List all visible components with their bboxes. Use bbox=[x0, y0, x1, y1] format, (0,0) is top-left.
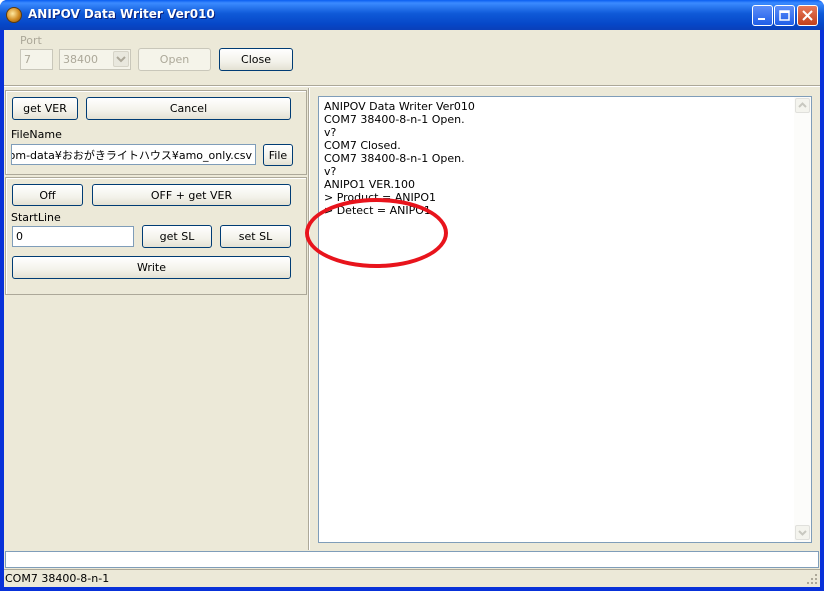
log-line: COM7 Closed. bbox=[324, 139, 401, 152]
minimize-button[interactable] bbox=[752, 5, 773, 26]
scroll-down-button[interactable] bbox=[795, 525, 810, 540]
minimize-icon bbox=[758, 18, 765, 20]
log-line: COM7 38400-8-n-1 Open. bbox=[324, 152, 465, 165]
log-line: > Detect = ANIPO1 bbox=[324, 204, 431, 217]
progress-bar bbox=[5, 551, 819, 568]
log-line: v? bbox=[324, 165, 337, 178]
app-window: ANIPOV Data Writer Ver010 Port 7 38400 O… bbox=[0, 0, 824, 591]
splitter[interactable] bbox=[308, 88, 310, 550]
chevron-down-icon bbox=[798, 530, 807, 536]
baud-select[interactable]: 38400 bbox=[59, 49, 131, 70]
status-bar: COM7 38400-8-n-1 bbox=[4, 569, 820, 587]
log-scrollbar[interactable] bbox=[794, 97, 811, 542]
resize-grip-icon[interactable] bbox=[806, 573, 818, 585]
close-icon bbox=[802, 10, 813, 21]
client-area: Port 7 38400 Open Close get VER Cancel F… bbox=[4, 30, 820, 587]
chevron-down-icon bbox=[116, 56, 126, 63]
filename-value: rgb¥rom-data¥おおがきライトハウス¥amo_only.csv bbox=[12, 148, 252, 162]
log-line: ANIPO1 VER.100 bbox=[324, 178, 416, 191]
filename-input[interactable]: rgb¥rom-data¥おおがきライトハウス¥amo_only.csv bbox=[11, 144, 256, 165]
get-sl-button[interactable]: get SL bbox=[142, 225, 212, 248]
title-bar[interactable]: ANIPOV Data Writer Ver010 bbox=[0, 0, 824, 30]
log-line: v? bbox=[324, 126, 337, 139]
close-window-button[interactable] bbox=[797, 5, 818, 26]
maximize-button[interactable] bbox=[774, 5, 795, 26]
window-title: ANIPOV Data Writer Ver010 bbox=[28, 7, 215, 21]
startline-input[interactable]: 0 bbox=[12, 226, 134, 247]
off-button[interactable]: Off bbox=[12, 184, 83, 206]
filename-label: FileName bbox=[11, 128, 62, 141]
log-line: > Product = ANIPO1 bbox=[324, 191, 436, 204]
get-ver-button[interactable]: get VER bbox=[12, 97, 78, 120]
port-label: Port bbox=[20, 34, 42, 47]
baud-value: 38400 bbox=[63, 53, 98, 66]
write-button[interactable]: Write bbox=[12, 256, 291, 279]
cancel-button[interactable]: Cancel bbox=[86, 97, 291, 120]
log-textarea[interactable]: ANIPOV Data Writer Ver010 COM7 38400-8-n… bbox=[318, 96, 812, 543]
close-port-button[interactable]: Close bbox=[219, 48, 293, 71]
status-text: COM7 38400-8-n-1 bbox=[5, 572, 110, 585]
file-button[interactable]: File bbox=[263, 144, 293, 166]
startline-label: StartLine bbox=[11, 211, 61, 224]
log-content: ANIPOV Data Writer Ver010 COM7 38400-8-n… bbox=[324, 100, 475, 217]
app-icon[interactable] bbox=[6, 7, 22, 23]
divider bbox=[4, 85, 820, 87]
chevron-up-icon bbox=[798, 102, 807, 108]
off-get-ver-button[interactable]: OFF + get VER bbox=[92, 184, 291, 206]
scroll-up-button[interactable] bbox=[795, 98, 810, 113]
maximize-icon bbox=[779, 10, 790, 21]
log-line: ANIPOV Data Writer Ver010 bbox=[324, 100, 475, 113]
log-line: COM7 38400-8-n-1 Open. bbox=[324, 113, 465, 126]
set-sl-button[interactable]: set SL bbox=[220, 225, 291, 248]
open-button[interactable]: Open bbox=[138, 48, 211, 71]
dropdown-button[interactable] bbox=[113, 51, 129, 67]
port-input[interactable]: 7 bbox=[20, 49, 53, 70]
